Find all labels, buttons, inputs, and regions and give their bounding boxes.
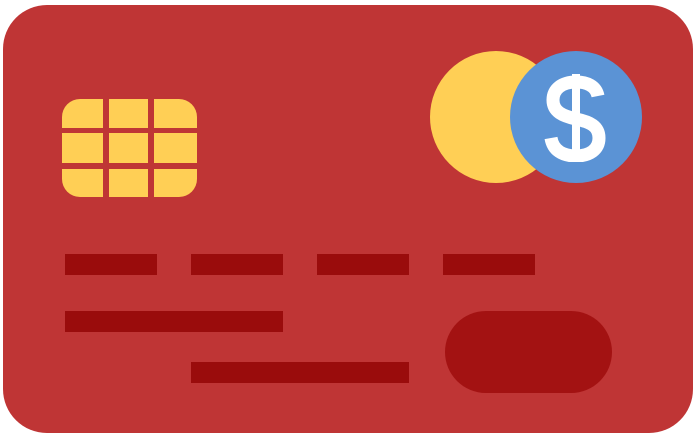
card-number-group <box>191 254 283 275</box>
card-number-group <box>443 254 535 275</box>
chip-divider <box>103 99 109 197</box>
card-pill-shape <box>445 311 612 393</box>
chip-divider <box>62 163 197 169</box>
credit-card-illustration <box>0 0 693 433</box>
card-number-group <box>65 254 157 275</box>
dollar-sign-icon <box>544 74 606 162</box>
dollar-coin-icon <box>510 51 642 183</box>
chip-divider <box>148 99 154 197</box>
expiry-line <box>191 362 409 383</box>
chip-divider <box>62 128 197 133</box>
card-number-group <box>317 254 409 275</box>
card-chip-icon <box>62 99 197 197</box>
cardholder-name-line <box>65 311 283 332</box>
